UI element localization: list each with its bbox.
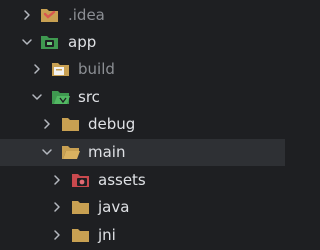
tree-item-label: main [88, 143, 126, 161]
chevron-down-icon[interactable] [40, 145, 54, 159]
chevron-right-icon[interactable] [20, 8, 34, 22]
tree-item-label: build [78, 60, 115, 78]
chevron-right-icon[interactable] [50, 228, 64, 242]
chevron-down-icon[interactable] [30, 90, 44, 104]
folder-icon [71, 198, 91, 216]
tree-item-debug[interactable]: debug [0, 111, 285, 138]
tree-item-build[interactable]: build [0, 56, 285, 83]
chevron-down-icon[interactable] [20, 35, 34, 49]
tree-item-main[interactable]: main [0, 139, 285, 166]
settings-folder-icon [40, 6, 60, 24]
chevron-right-icon[interactable] [40, 117, 54, 131]
tree-item-label: java [98, 198, 130, 216]
tree-item-label: jni [98, 226, 116, 244]
tree-item-label: .idea [68, 6, 105, 24]
tree-item-label: app [68, 33, 97, 51]
tree-item-assets[interactable]: assets [0, 167, 285, 194]
tree-item-label: debug [88, 115, 136, 133]
source-folder-icon [51, 88, 71, 106]
tree-item-jni[interactable]: jni [0, 222, 285, 249]
project-tree: .idea app build src debug main assets ja… [0, 0, 285, 250]
tree-item-label: assets [98, 171, 146, 189]
chevron-right-icon[interactable] [30, 62, 44, 76]
tree-item-label: src [78, 88, 100, 106]
folder-icon [71, 226, 91, 244]
tree-item-app[interactable]: app [0, 29, 285, 56]
tree-item-idea[interactable]: .idea [0, 2, 285, 29]
build-folder-icon [51, 60, 71, 78]
assets-folder-icon [71, 171, 91, 189]
tree-item-src[interactable]: src [0, 84, 285, 111]
folder-open-icon [61, 143, 81, 161]
chevron-right-icon[interactable] [50, 200, 64, 214]
folder-icon [61, 115, 81, 133]
chevron-right-icon[interactable] [50, 173, 64, 187]
module-folder-icon [40, 33, 60, 51]
tree-item-java[interactable]: java [0, 194, 285, 221]
